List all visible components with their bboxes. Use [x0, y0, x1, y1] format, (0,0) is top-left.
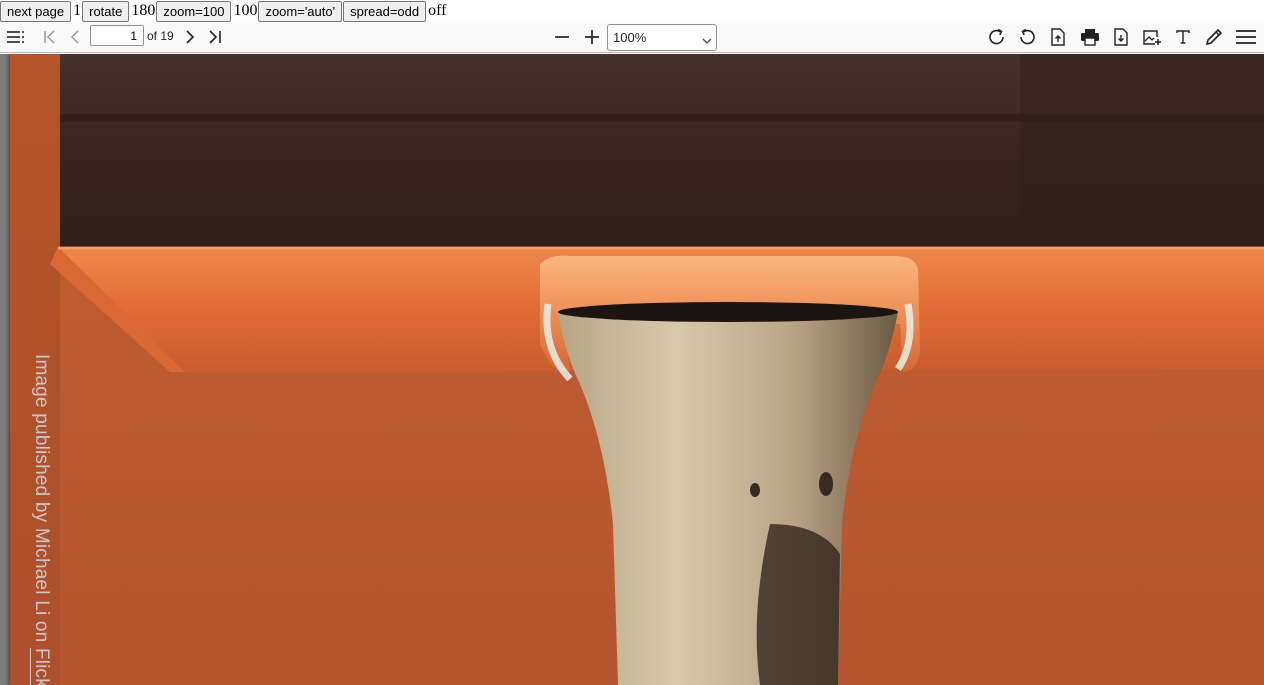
zoom-out-icon[interactable]: [550, 26, 574, 48]
print-icon[interactable]: [1078, 26, 1102, 48]
next-page-button[interactable]: next page: [0, 0, 72, 22]
draw-pen-icon[interactable]: [1202, 26, 1226, 48]
first-page-icon[interactable]: [38, 26, 62, 48]
text-annotation-icon[interactable]: [1171, 26, 1195, 48]
rotate-value-text: 180: [131, 2, 156, 19]
add-image-icon[interactable]: [1140, 26, 1164, 48]
zoom-value-text: 100: [233, 2, 258, 19]
rotate-counterclockwise-icon[interactable]: [1015, 26, 1039, 48]
hamburger-menu-icon[interactable]: [1234, 26, 1258, 48]
sidebar-toggle-icon[interactable]: [4, 26, 28, 48]
rotate-button[interactable]: rotate: [82, 0, 130, 22]
zoom-select[interactable]: 100%: [607, 24, 717, 51]
previous-page-icon[interactable]: [63, 26, 87, 48]
test-harness-bar: next page 1 rotate 180 zoom=100 100 zoom…: [0, 0, 1264, 22]
page-value-text: 1: [73, 2, 82, 19]
image-credit: Image published by Michael Li on Flickr: [30, 354, 52, 685]
rotate-clockwise-icon[interactable]: [985, 26, 1009, 48]
open-file-icon[interactable]: [1046, 26, 1070, 48]
next-page-icon[interactable]: [178, 26, 202, 48]
zoom-100-button[interactable]: zoom=100: [156, 0, 232, 22]
zoom-select-value: 100%: [613, 30, 647, 45]
image-credit-text: Image published by Michael Li on: [31, 354, 52, 648]
download-icon[interactable]: [1109, 26, 1133, 48]
page-number-input[interactable]: [90, 25, 144, 46]
spread-odd-button[interactable]: spread=odd: [343, 0, 427, 22]
vessel-photo: [10, 54, 1264, 685]
zoom-in-icon[interactable]: [580, 26, 604, 48]
page-count-label: of 19: [147, 29, 174, 43]
pdf-page: Image published by Michael Li on Flickr: [10, 54, 1264, 685]
document-viewer[interactable]: Image published by Michael Li on Flickr: [0, 54, 1264, 685]
viewer-toolbar: of 19 100%: [0, 22, 1264, 53]
last-page-icon[interactable]: [203, 26, 227, 48]
zoom-auto-button[interactable]: zoom='auto': [258, 0, 343, 22]
image-credit-link[interactable]: Flickr: [31, 648, 52, 685]
chevron-down-icon: [702, 33, 712, 48]
spread-value-text: off: [428, 2, 447, 19]
